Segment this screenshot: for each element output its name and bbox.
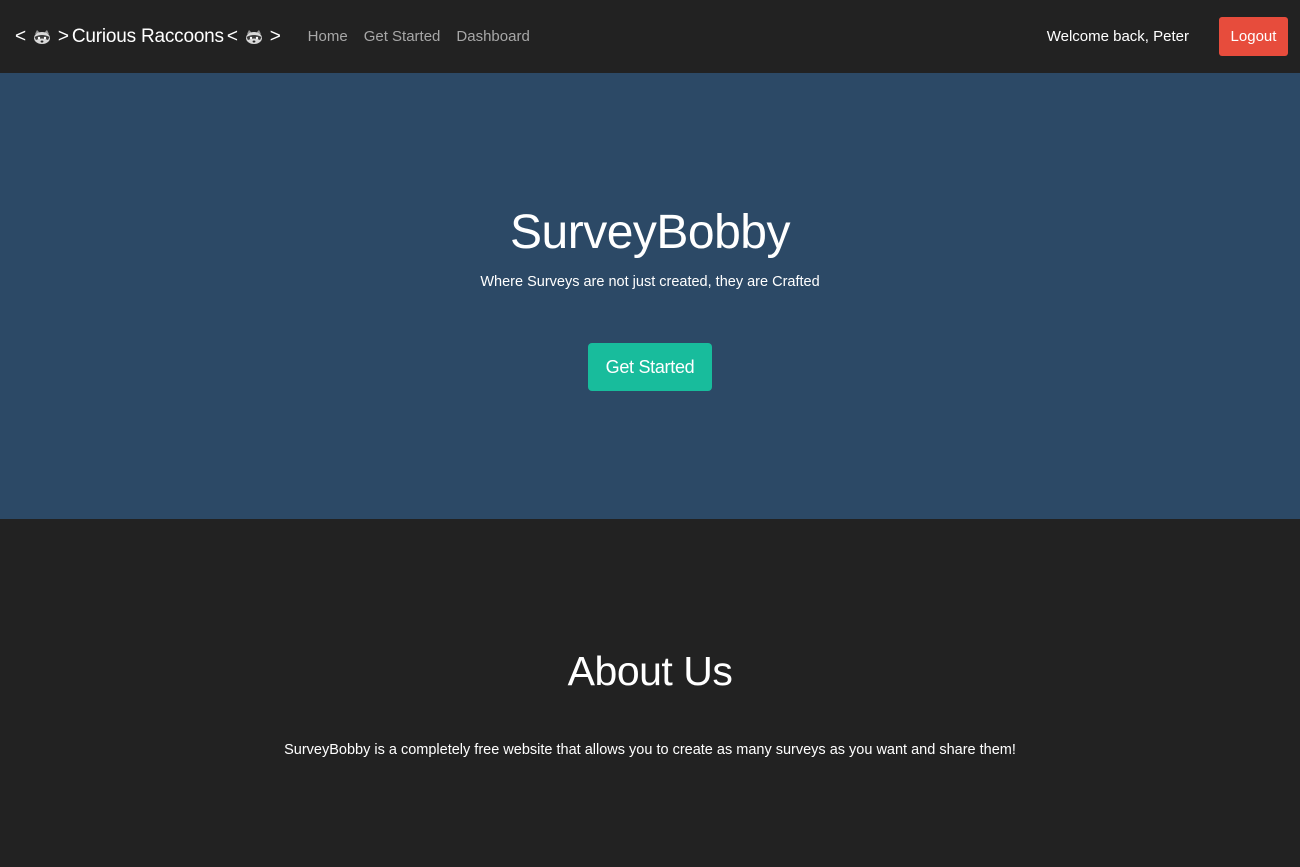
brand-link[interactable]: < > Curious Raccoons < > (12, 26, 284, 48)
get-started-button[interactable]: Get Started (588, 343, 712, 391)
brand-suffix: > (269, 25, 281, 47)
brand-prefix: < (15, 25, 26, 47)
about-section: About Us SurveyBobby is a completely fre… (0, 519, 1300, 867)
hero-subtitle: Where Surveys are not just created, they… (480, 274, 820, 290)
brand-name: Curious Raccoons (71, 25, 224, 47)
nav-link-dashboard[interactable]: Dashboard (456, 28, 529, 45)
nav-link-home[interactable]: Home (308, 28, 348, 45)
about-text: SurveyBobby is a completely free website… (284, 742, 1016, 758)
navbar: < > Curious Raccoons < > Home Get Starte… (0, 0, 1300, 73)
nav-right: Welcome back, Peter Logout (1047, 17, 1288, 56)
nav-links: Home Get Started Dashboard (308, 28, 546, 45)
nav-link-get-started[interactable]: Get Started (364, 28, 441, 45)
raccoon-icon (33, 29, 50, 44)
brand-arrow-right-open: < (226, 25, 238, 47)
welcome-message: Welcome back, Peter (1046, 28, 1189, 45)
brand-arrow-left: > (57, 25, 69, 47)
hero-title: SurveyBobby (510, 206, 791, 259)
hero-section: SurveyBobby Where Surveys are not just c… (0, 73, 1300, 519)
logout-button[interactable]: Logout (1219, 17, 1288, 56)
raccoon-icon (245, 29, 262, 44)
about-title: About Us (567, 648, 733, 694)
